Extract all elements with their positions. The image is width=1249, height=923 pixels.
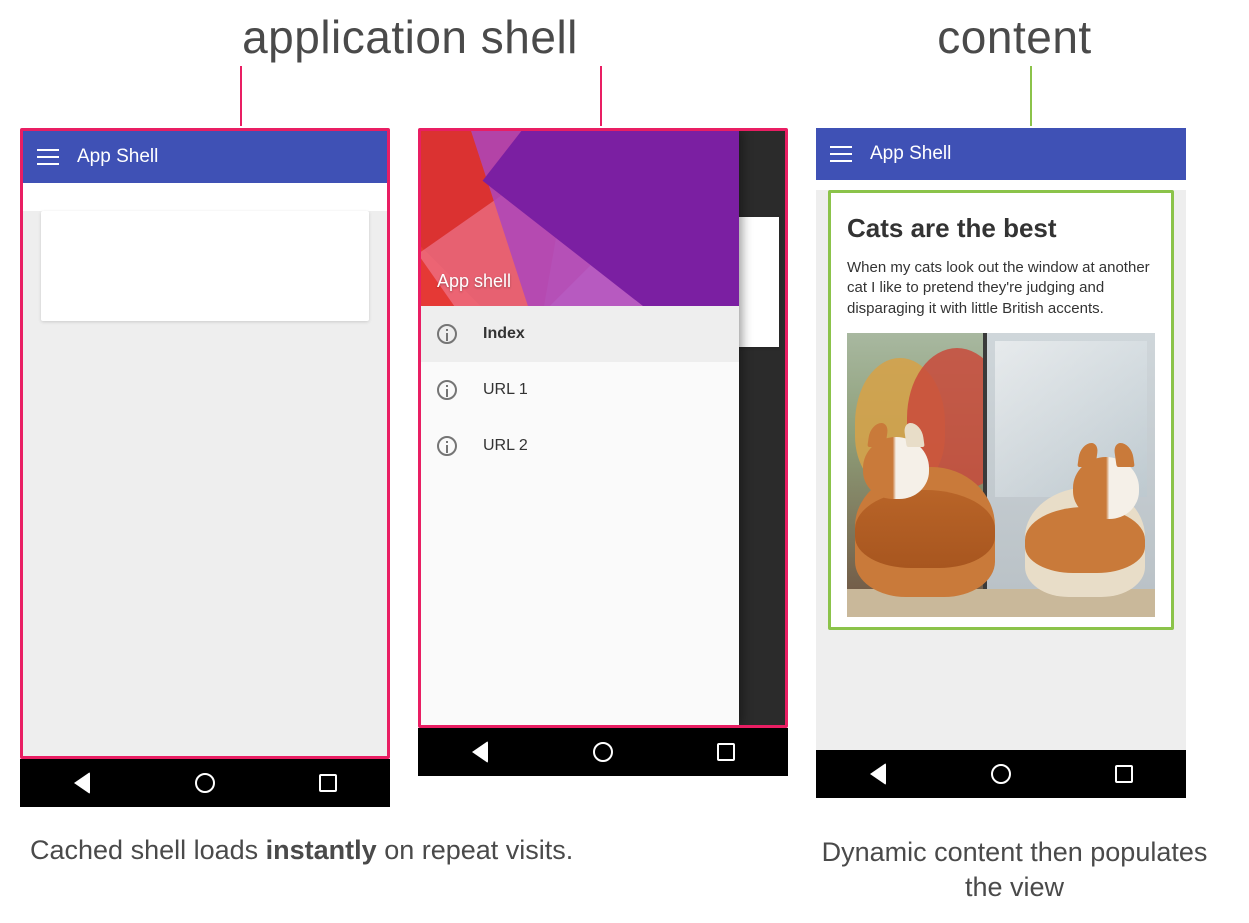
info-icon bbox=[437, 436, 457, 456]
drawer-item-url1[interactable]: URL 1 bbox=[421, 362, 739, 418]
captions-row: Cached shell loads instantly on repeat v… bbox=[20, 835, 1229, 905]
connector-shell-left bbox=[240, 66, 242, 126]
home-button[interactable] bbox=[990, 763, 1012, 785]
android-navbar bbox=[20, 759, 390, 807]
recent-apps-button[interactable] bbox=[715, 741, 737, 763]
content-body-text: When my cats look out the window at anot… bbox=[847, 258, 1155, 319]
connector-lines bbox=[20, 70, 1229, 128]
label-application-shell: application shell bbox=[20, 10, 800, 64]
caption-shell-pre: Cached shell loads bbox=[30, 835, 266, 865]
content-title: Cats are the best bbox=[847, 213, 1155, 244]
drawer-item-label: Index bbox=[483, 325, 525, 343]
content-image-cats bbox=[847, 333, 1155, 617]
shell-outline-2: App shell Index URL 1 URL 2 bbox=[418, 128, 788, 728]
phone-shell-empty: App Shell bbox=[20, 128, 390, 807]
caption-shell-post: on repeat visits. bbox=[377, 835, 574, 865]
top-labels-row: application shell content bbox=[20, 10, 1229, 64]
caption-content: Dynamic content then populates the view bbox=[800, 835, 1229, 905]
connector-shell-right bbox=[600, 66, 602, 126]
info-icon bbox=[437, 380, 457, 400]
drawer-item-index[interactable]: Index bbox=[421, 306, 739, 362]
home-button[interactable] bbox=[592, 741, 614, 763]
background-card-peek bbox=[739, 217, 779, 347]
label-content: content bbox=[800, 10, 1229, 64]
shell-outline-1: App Shell bbox=[20, 128, 390, 759]
android-navbar bbox=[816, 750, 1186, 798]
hamburger-icon[interactable] bbox=[37, 149, 59, 165]
drawer-header-title: App shell bbox=[437, 271, 511, 292]
content-outline: Cats are the best When my cats look out … bbox=[828, 190, 1174, 630]
connector-content bbox=[1030, 66, 1032, 126]
drawer-item-label: URL 1 bbox=[483, 381, 528, 399]
appbar-title: App Shell bbox=[870, 143, 951, 165]
recent-apps-button[interactable] bbox=[317, 772, 339, 794]
cat-left bbox=[855, 467, 995, 597]
drawer-item-label: URL 2 bbox=[483, 437, 528, 455]
phone-body: Cats are the best When my cats look out … bbox=[816, 190, 1186, 750]
phone-body bbox=[23, 211, 387, 756]
recent-apps-button[interactable] bbox=[1113, 763, 1135, 785]
info-icon bbox=[437, 324, 457, 344]
back-button[interactable] bbox=[469, 741, 491, 763]
appbar: App Shell bbox=[816, 128, 1186, 180]
caption-shell-strong: instantly bbox=[266, 835, 377, 865]
phones-row: App Shell App shell bbox=[20, 128, 1229, 807]
drawer-item-url2[interactable]: URL 2 bbox=[421, 418, 739, 474]
android-navbar bbox=[418, 728, 788, 776]
home-button[interactable] bbox=[194, 772, 216, 794]
hamburger-icon[interactable] bbox=[830, 146, 852, 162]
appbar-title: App Shell bbox=[77, 146, 158, 168]
drawer-header: App shell bbox=[421, 131, 739, 306]
phone-3: App Shell Cats are the best When my cats… bbox=[816, 128, 1186, 750]
navigation-drawer: App shell Index URL 1 URL 2 bbox=[421, 131, 739, 725]
phone-shell-drawer: App shell Index URL 1 URL 2 bbox=[418, 128, 788, 776]
appbar: App Shell bbox=[23, 131, 387, 183]
caption-shell: Cached shell loads instantly on repeat v… bbox=[20, 835, 800, 905]
back-button[interactable] bbox=[71, 772, 93, 794]
cat-right bbox=[1025, 487, 1145, 597]
content-card: Cats are the best When my cats look out … bbox=[831, 193, 1171, 627]
phone-content: App Shell Cats are the best When my cats… bbox=[816, 128, 1186, 798]
back-button[interactable] bbox=[867, 763, 889, 785]
empty-content-card bbox=[41, 211, 369, 321]
